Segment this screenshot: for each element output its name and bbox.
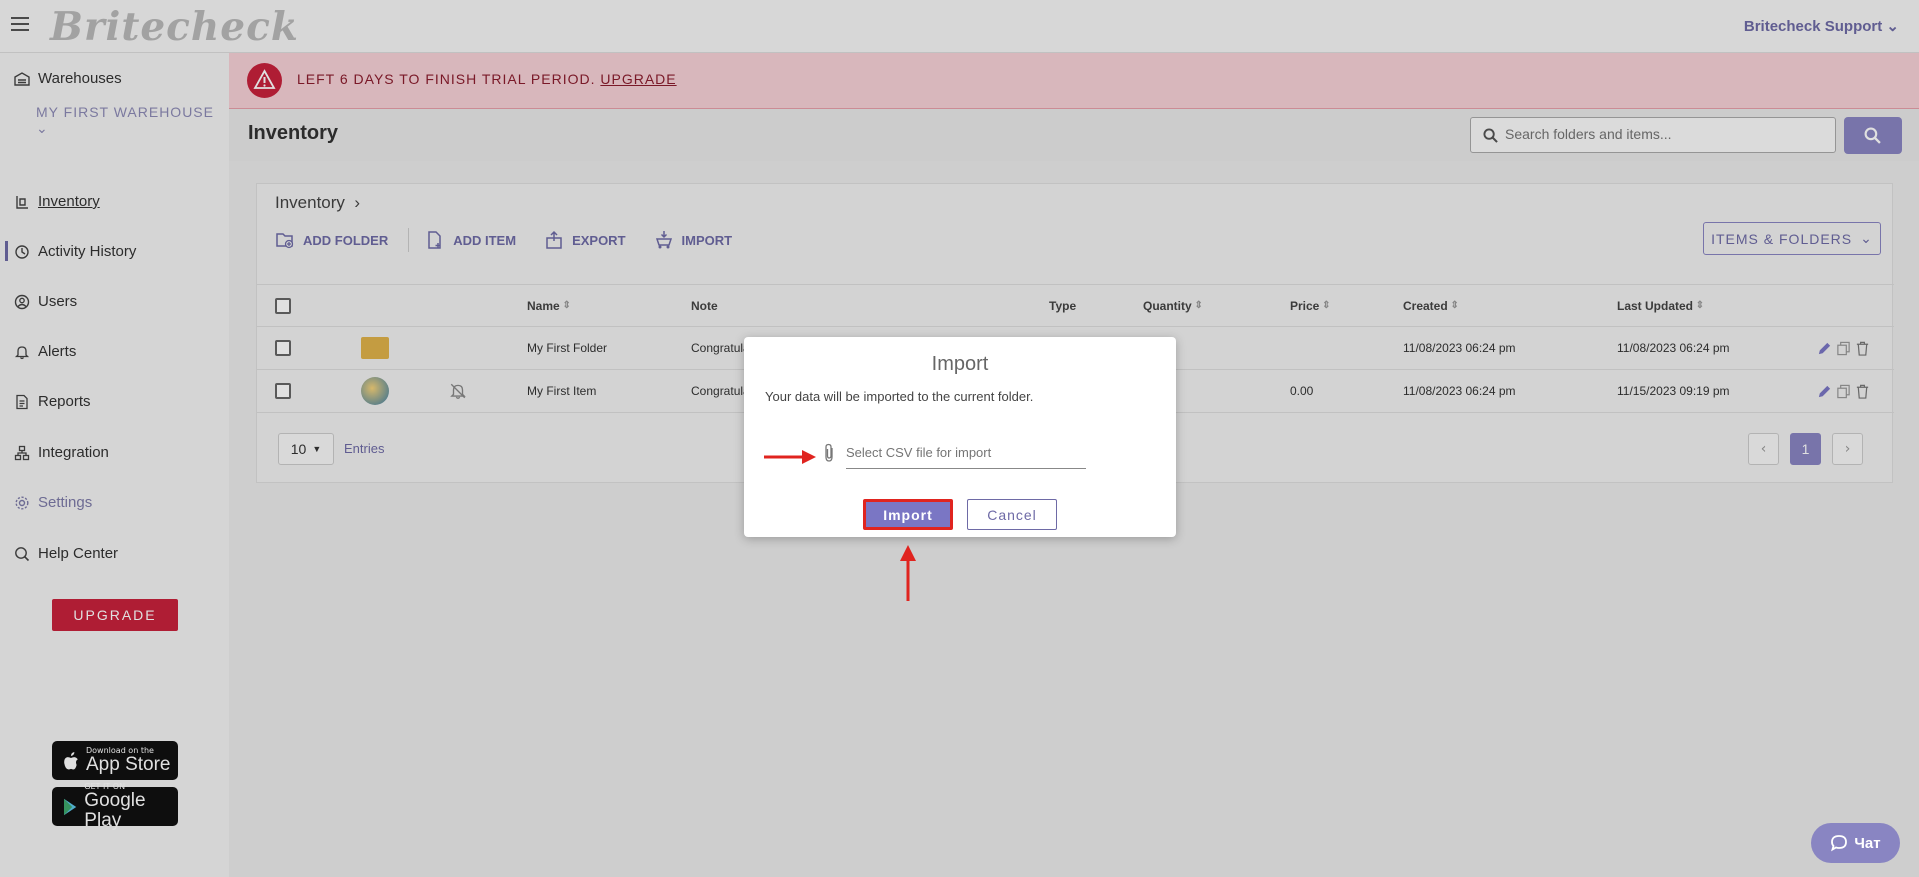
chat-button[interactable]: Чат [1811,823,1900,863]
cancel-button[interactable]: Cancel [967,499,1057,530]
paperclip-icon[interactable] [820,443,838,463]
annotation-arrow-up [900,545,916,601]
chat-icon [1831,835,1848,852]
import-confirm-button[interactable]: Import [863,499,953,530]
dialog-title: Import [931,353,989,375]
import-dialog: Import Your data will be imported to the… [744,337,1176,537]
csv-file-input[interactable] [846,441,1086,460]
chat-label: Чат [1854,834,1881,852]
annotation-arrow-right [764,450,816,464]
dialog-description: Your data will be imported to the curren… [765,389,1034,404]
csv-file-field [846,441,1086,469]
